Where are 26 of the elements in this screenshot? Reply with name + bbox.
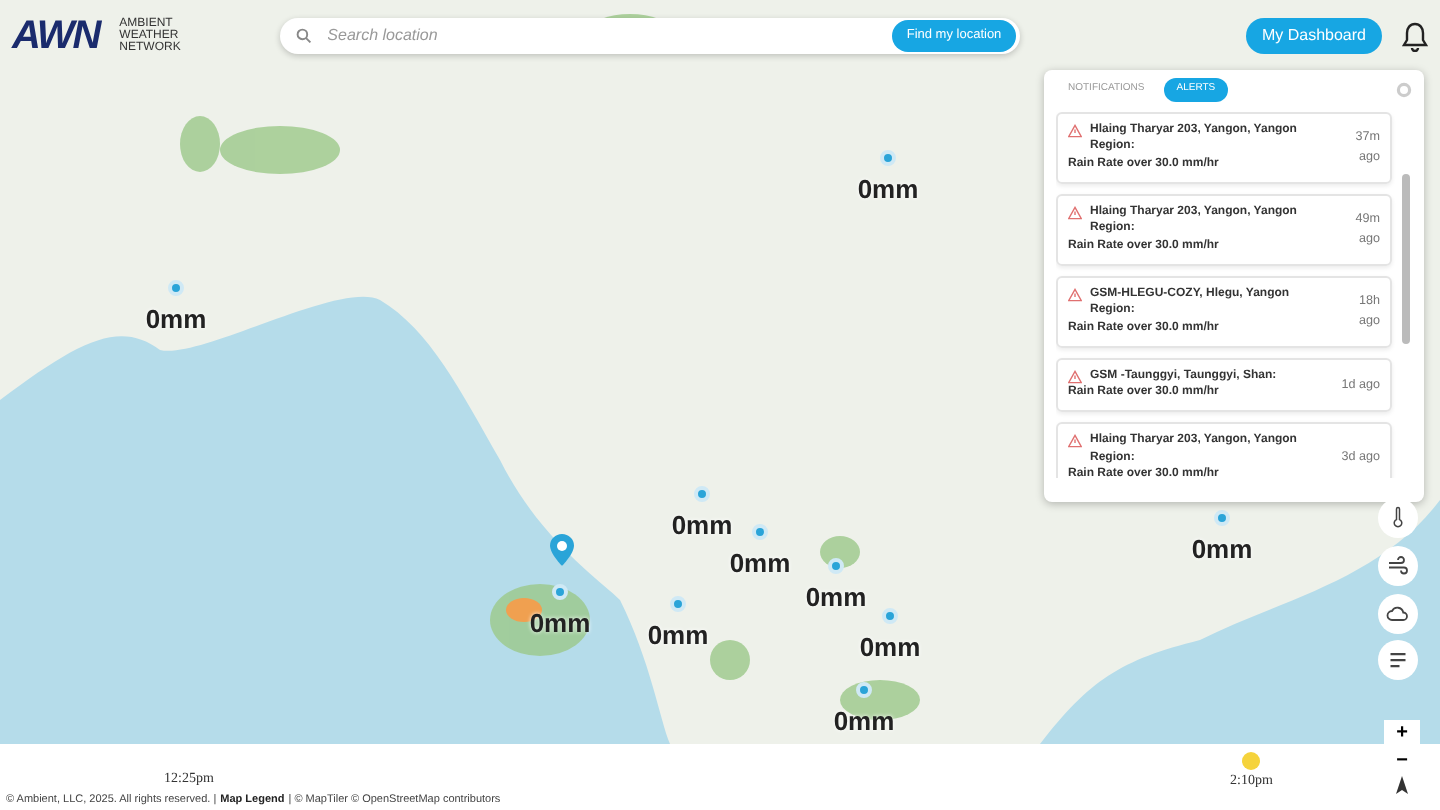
rain-reading: 0mm [647,622,709,648]
bell-icon[interactable] [1402,21,1428,51]
warning-icon [1068,205,1082,220]
rain-reading: 0mm [1191,536,1253,562]
rain-reading: 0mm [529,610,591,636]
cloud-icon [1386,602,1410,626]
rain-reading: 0mm [729,550,791,576]
rain-reading: 0mm [671,512,733,538]
rain-reading: 0mm [805,584,867,610]
rain-reading: 0mm [859,634,921,660]
warning-icon [1068,123,1082,137]
compass-icon[interactable] [1394,776,1410,796]
wind-icon [1386,554,1410,578]
scrollbar[interactable] [1402,174,1410,344]
logo[interactable]: AWN [12,6,100,66]
rain-reading: 0mm [145,306,207,332]
list-icon [1386,648,1410,672]
warning-icon [1068,287,1082,302]
rain-reading: 0mm [857,176,919,202]
warning-icon [1068,369,1082,384]
settings-icon[interactable] [1396,81,1412,98]
search-icon [295,28,312,44]
sun-icon [1242,752,1260,770]
location-pin-icon[interactable] [550,534,574,566]
rain-reading: 0mm [833,708,895,734]
warning-icon [1068,434,1082,449]
